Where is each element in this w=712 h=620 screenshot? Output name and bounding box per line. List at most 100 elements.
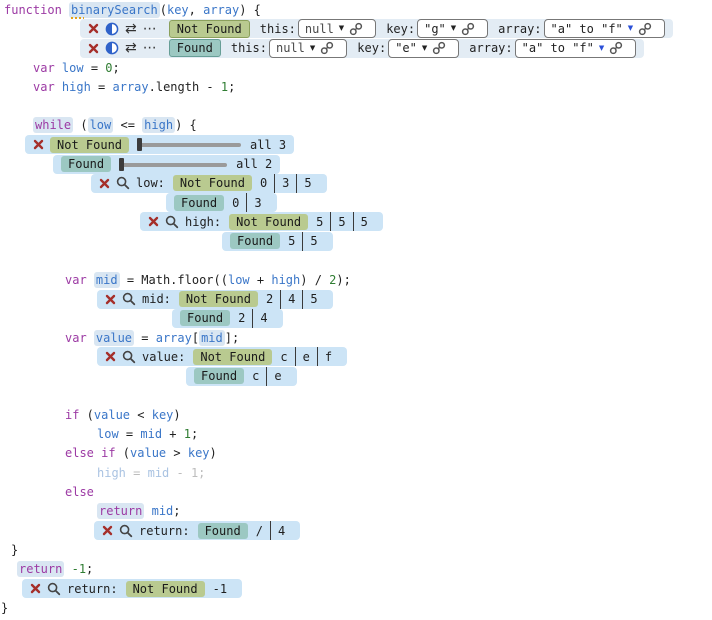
probe-value: -1 xyxy=(206,579,234,598)
editor-line: var value = array[mid]; xyxy=(0,328,712,347)
parameter-value-dropdown[interactable]: "a" to "f"▼ xyxy=(544,19,666,38)
code-token: mid xyxy=(94,272,120,288)
editor-line: return mid; xyxy=(0,502,712,521)
link-icon[interactable] xyxy=(461,22,475,36)
parameter-value-dropdown[interactable]: null ▼ xyxy=(298,19,376,38)
editor-line: return -1; xyxy=(0,560,712,579)
link-icon[interactable] xyxy=(638,22,652,36)
swap-examples-icon[interactable]: ⇄ xyxy=(125,41,137,55)
probe-row: low:Not Found035 xyxy=(91,174,327,193)
code-token: var xyxy=(33,61,62,75)
magnifier-icon[interactable] xyxy=(47,582,61,596)
parameter-value-dropdown[interactable]: "a" to "f"▼ xyxy=(515,39,637,58)
probe-values: 03 xyxy=(225,193,268,212)
parameter-label: key: xyxy=(386,22,415,36)
magnifier-icon[interactable] xyxy=(116,176,130,190)
dropdown-value: null xyxy=(305,22,334,36)
probe-value: c xyxy=(245,367,266,386)
dropdown-arrow-icon: ▼ xyxy=(339,25,344,32)
editor-line: else xyxy=(0,482,712,501)
magnifier-icon[interactable] xyxy=(122,350,136,364)
code-token: key xyxy=(152,408,174,422)
probe-value: f xyxy=(317,347,339,366)
slider-thumb[interactable] xyxy=(137,138,142,151)
remove-probe-button[interactable] xyxy=(105,351,116,362)
more-options-icon[interactable]: ⋯ xyxy=(143,41,157,55)
editor-line: Found24 xyxy=(0,309,712,328)
code-token: 1 xyxy=(184,427,191,441)
iteration-slider[interactable] xyxy=(119,158,227,171)
parameter-label: this: xyxy=(231,41,267,55)
code-token: high xyxy=(142,117,175,133)
code-token: mid xyxy=(199,330,225,346)
code-token: ) { xyxy=(175,118,197,132)
example-name-tag[interactable]: Not Found xyxy=(169,20,250,38)
parameter-value-dropdown[interactable]: null▼ xyxy=(269,39,347,58)
magnifier-icon[interactable] xyxy=(122,292,136,306)
probe-value: 2 xyxy=(231,309,252,328)
code-token: ]; xyxy=(225,331,239,345)
example-name-tag: Found xyxy=(174,195,224,211)
example-name-tag[interactable]: Found xyxy=(169,39,221,57)
code-token: function xyxy=(4,3,69,17)
code-token: , xyxy=(189,3,203,17)
parameter-value-dropdown[interactable]: "g"▼ xyxy=(417,19,488,38)
delete-example-button[interactable] xyxy=(88,43,99,54)
code-token: ( xyxy=(116,446,130,460)
link-icon[interactable] xyxy=(432,41,446,55)
probe-label: low: xyxy=(136,176,165,190)
editor-line: var low = 0; xyxy=(0,58,712,77)
parameter-value-dropdown[interactable]: "e"▼ xyxy=(388,39,459,58)
blank-line xyxy=(0,386,712,405)
code-token: = xyxy=(84,61,106,75)
code-token: ) / xyxy=(300,273,329,287)
probe-row: Found03 xyxy=(166,193,277,212)
parameter-label: this: xyxy=(260,22,296,36)
magnifier-icon[interactable] xyxy=(165,215,179,229)
link-icon[interactable] xyxy=(320,41,334,55)
example-name-tag: Not Found xyxy=(229,214,308,230)
code-token: binarySearch xyxy=(69,2,160,18)
code-token: < xyxy=(130,408,152,422)
more-options-icon[interactable]: ⋯ xyxy=(143,22,157,36)
probe-values: 24 xyxy=(231,309,274,328)
example-name-tag: Found xyxy=(61,156,111,172)
example-name-tag: Found xyxy=(230,233,280,249)
code-token: + xyxy=(250,273,272,287)
toggle-example-icon[interactable] xyxy=(105,22,119,36)
editor-line: mid:Not Found245 xyxy=(0,289,712,308)
code-token: if xyxy=(65,408,79,422)
remove-probe-button[interactable] xyxy=(105,294,116,305)
parameter-label: key: xyxy=(357,41,386,55)
editor-line: var mid = Math.floor((low + high) / 2); xyxy=(0,270,712,289)
code-token: return xyxy=(97,503,144,519)
remove-probe-button[interactable] xyxy=(33,139,44,150)
code-token: low xyxy=(97,427,119,441)
blank-line xyxy=(0,251,712,270)
code-token: ; xyxy=(191,427,198,441)
probe-label: high: xyxy=(185,215,221,229)
probe-row: mid:Not Found245 xyxy=(97,290,333,309)
remove-probe-button[interactable] xyxy=(102,525,113,536)
probe-row: Found24 xyxy=(172,309,283,328)
link-icon[interactable] xyxy=(349,22,363,36)
toggle-example-icon[interactable] xyxy=(105,41,119,55)
code-token: ) xyxy=(173,408,180,422)
probe-value: 5 xyxy=(353,212,375,231)
remove-probe-button[interactable] xyxy=(99,178,110,189)
delete-example-button[interactable] xyxy=(88,23,99,34)
swap-examples-icon[interactable]: ⇄ xyxy=(125,22,137,36)
magnifier-icon[interactable] xyxy=(119,524,133,538)
code-editor[interactable]: function binarySearch(key, array) {⇄⋯Not… xyxy=(0,0,712,620)
iteration-slider[interactable] xyxy=(137,138,241,151)
example-name-tag: Not Found xyxy=(179,291,258,307)
code-token: [ xyxy=(192,331,199,345)
example-name-tag: Found xyxy=(198,523,248,539)
slider-thumb[interactable] xyxy=(119,158,124,171)
code-token: > xyxy=(166,446,188,460)
remove-probe-button[interactable] xyxy=(148,216,159,227)
link-icon[interactable] xyxy=(609,41,623,55)
remove-probe-button[interactable] xyxy=(30,583,41,594)
code-token: = xyxy=(119,427,141,441)
editor-line: if (value < key) xyxy=(0,405,712,424)
